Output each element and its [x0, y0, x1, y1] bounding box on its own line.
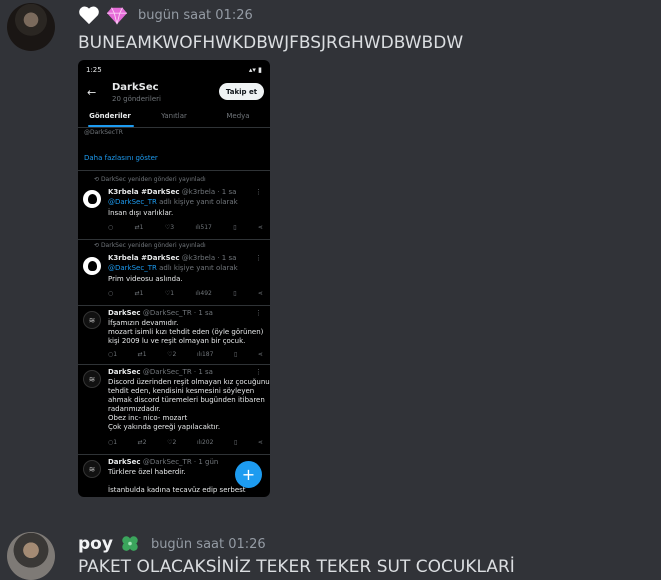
tab-replies: Yanıtlar [161, 112, 187, 120]
tab-posts: Gönderiler [89, 112, 131, 120]
profile-name: DarkSec [112, 82, 159, 93]
views-icon: ılı202 [196, 439, 214, 446]
views-icon: ılı492 [195, 290, 212, 297]
repost-label: ⟲ DarkSec yeniden gönderi yayınladı [94, 176, 206, 183]
phone-status-bar: 1:25 ▴▾ ▮ [86, 66, 262, 76]
retweet-icon: ⇄1 [137, 351, 147, 358]
divider [78, 127, 270, 128]
message-header: poy bugün saat 01:26 [78, 533, 266, 555]
tweet-text: İstanbulda kadına tecavüz edip serbest [108, 486, 246, 494]
reply-icon: ○ [108, 290, 114, 297]
attached-image[interactable]: 1:25 ▴▾ ▮ ← DarkSec 20 gönderileri Takip… [78, 60, 270, 497]
tweet-text: mozart isimli kızı tehdit eden (öyle gör… [108, 328, 264, 336]
back-arrow-icon: ← [87, 86, 97, 99]
tweet: ≋ DarkSec @DarkSec_TR · 1 sa ⋮ İfşamızın… [78, 306, 270, 364]
share-icon: ⋖ [257, 351, 263, 358]
clover-icon [119, 533, 141, 555]
avatar: ≋ [83, 460, 101, 478]
share-icon: ⋖ [257, 224, 263, 231]
share-icon: ⋖ [257, 439, 263, 446]
heart-icon [78, 4, 100, 26]
divider [78, 170, 270, 171]
tweet-text: Obez inc- nico- mozart [108, 414, 188, 422]
views-icon: ılı187 [196, 351, 214, 358]
avatar [83, 190, 101, 208]
tweet-actions: ○1 ⇄1 ♡2 ılı187 ▯ ⋖ [108, 351, 263, 358]
retweet-icon: ⇄2 [137, 439, 147, 446]
username[interactable]: poy [78, 534, 113, 554]
repost-label: ⟲ DarkSec yeniden gönderi yayınladı [94, 242, 206, 249]
more-icon: ⋮ [255, 254, 262, 262]
reply-icon: ○ [108, 224, 114, 231]
tweet-text: kişi 2009 lu ve reşit olmayan bir çocuk. [108, 337, 246, 345]
tweet-text: Türklere özel haberdir. [108, 468, 186, 476]
more-icon: ⋮ [255, 368, 262, 376]
user-avatar[interactable] [7, 3, 55, 51]
gem-icon [106, 4, 128, 26]
tweet-author: DarkSec @DarkSec_TR · 1 gün [108, 458, 219, 466]
tweet-text: radarımızdadır. [108, 405, 161, 413]
status-icons: ▴▾ ▮ [248, 66, 262, 74]
tweet-text: İfşamızın devamıdır. [108, 319, 179, 327]
tweet-actions: ○1 ⇄2 ♡2 ılı202 ▯ ⋖ [108, 439, 263, 446]
avatar [83, 257, 101, 275]
message-content: PAKET OLACAKSİNİZ TEKER TEKER SUT COCUKL… [78, 557, 515, 577]
bookmark-icon: ▯ [234, 439, 238, 446]
like-icon: ♡3 [164, 224, 175, 231]
avatar: ≋ [83, 311, 101, 329]
tweet-text: Discord üzerinden reşit olmayan kız çocu… [108, 378, 270, 386]
follow-button: Takip et [219, 83, 264, 100]
tweet: ⟲ DarkSec yeniden gönderi yayınladı K3rb… [78, 172, 270, 238]
reply-context: @DarkSec_TR adlı kişiye yanıt olarak [108, 264, 238, 272]
profile-header: ← DarkSec 20 gönderileri Takip et [78, 78, 270, 114]
tweet-author: DarkSec @DarkSec_TR · 1 sa [108, 368, 213, 376]
post-count: 20 gönderileri [112, 95, 161, 103]
tweet-text: Çok yakında gereği yapılacaktır. [108, 423, 221, 431]
tweet-actions: ○ ⇄1 ♡1 ılı492 ▯ ⋖ [108, 290, 263, 297]
tweet-author: DarkSec @DarkSec_TR · 1 sa [108, 309, 213, 317]
status-time: 1:25 [86, 66, 102, 74]
profile-tabs: Gönderiler Yanıtlar Medya [78, 112, 270, 126]
tweet-author: K3rbela #DarkSec @k3rbela · 1 sa [108, 188, 237, 196]
bookmark-icon: ▯ [234, 351, 238, 358]
timestamp: bugün saat 01:26 [150, 536, 266, 552]
like-icon: ♡2 [167, 351, 177, 358]
tweet-text: tehdit eden, kendisini kesmesini söyleye… [108, 387, 255, 395]
bookmark-icon: ▯ [233, 224, 237, 231]
timestamp: bugün saat 01:26 [138, 7, 253, 23]
tweet: ≋ DarkSec @DarkSec_TR · 1 sa ⋮ Discord ü… [78, 365, 270, 453]
show-more-link: Daha fazlasını göster [84, 154, 158, 162]
tweet: ⟲ DarkSec yeniden gönderi yayınladı K3rb… [78, 240, 270, 304]
views-icon: ılı517 [195, 224, 212, 231]
reply-icon: ○1 [108, 439, 118, 446]
reply-context: @DarkSec_TR adlı kişiye yanıt olarak [108, 198, 238, 206]
message-header: bugün saat 01:26 [78, 4, 253, 26]
like-icon: ♡2 [167, 439, 177, 446]
tweet-author: K3rbela #DarkSec @k3rbela · 1 sa [108, 254, 237, 262]
tweet-text: İnsan dışı varlıklar. [108, 209, 174, 217]
retweet-icon: ⇄1 [134, 290, 144, 297]
plus-icon: + [235, 461, 262, 488]
more-icon: ⋮ [255, 188, 262, 196]
bookmark-icon: ▯ [233, 290, 237, 297]
user-avatar[interactable] [7, 532, 55, 580]
avatar: ≋ [83, 370, 101, 388]
tab-media: Medya [226, 112, 250, 120]
retweet-icon: ⇄1 [134, 224, 144, 231]
handle-fragment: @DarkSecTR [84, 129, 123, 136]
like-icon: ♡1 [164, 290, 175, 297]
tweet-text: ahmak discord türemeleri bugünden itibar… [108, 396, 265, 404]
tweet-actions: ○ ⇄1 ♡3 ılı517 ▯ ⋖ [108, 224, 263, 231]
message-content: BUNEAMKWOFHWKDBWJFBSJRGHWDBWBDW [78, 33, 464, 53]
more-icon: ⋮ [255, 309, 262, 317]
reply-icon: ○1 [108, 351, 118, 358]
tweet-text: Prim videosu aslında. [108, 275, 183, 283]
share-icon: ⋖ [257, 290, 263, 297]
